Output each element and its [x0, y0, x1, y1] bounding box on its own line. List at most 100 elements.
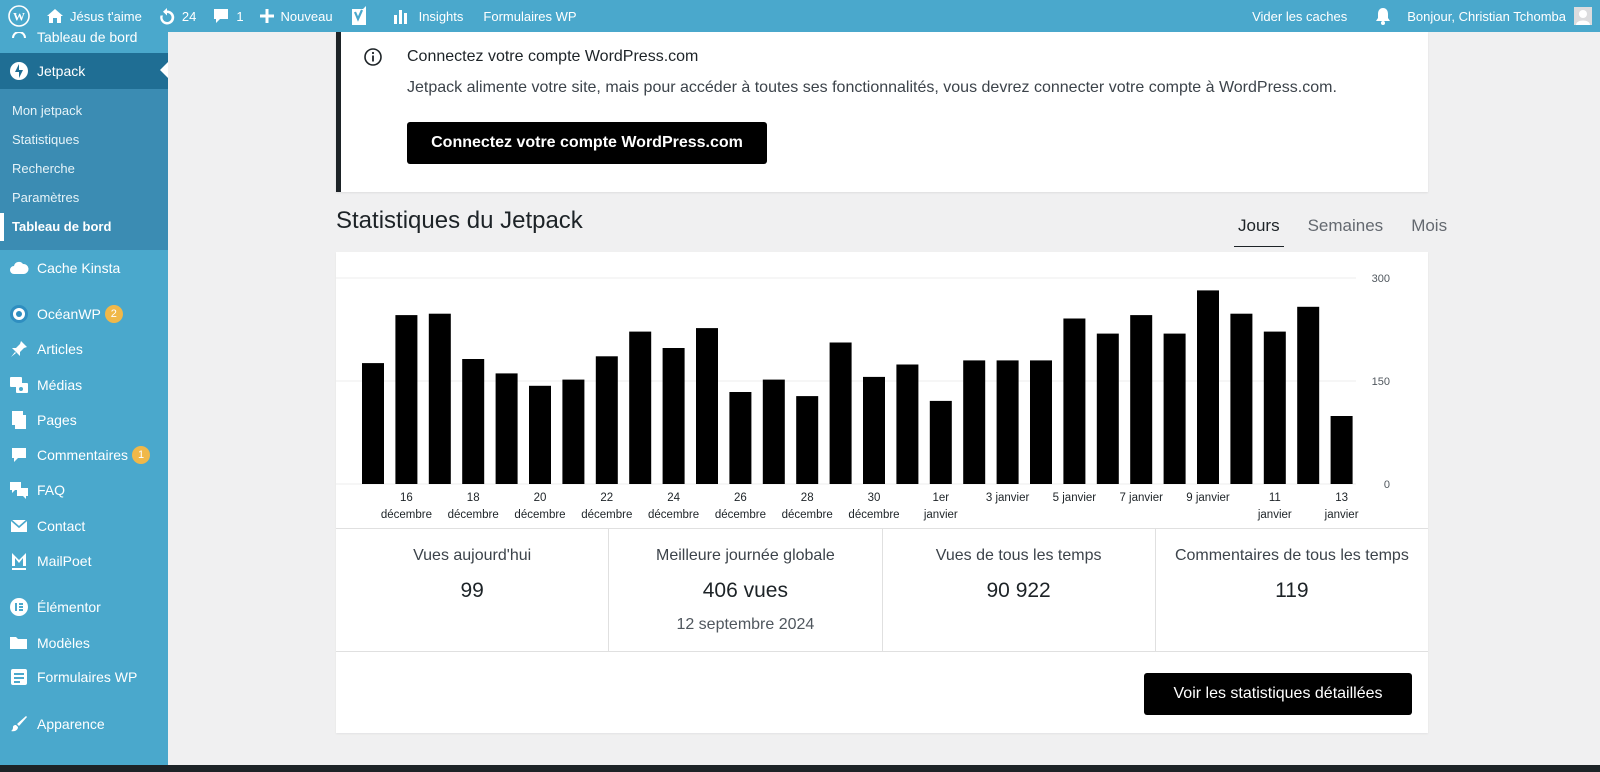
- notifications-bell-icon[interactable]: [1367, 0, 1399, 32]
- chart-bar[interactable]: [1030, 360, 1052, 484]
- x-tick-label: 11: [1269, 492, 1281, 504]
- chart-bar[interactable]: [395, 315, 418, 484]
- chart-bar[interactable]: [662, 348, 685, 484]
- chart-bar[interactable]: [762, 379, 785, 484]
- chart-bar[interactable]: [529, 385, 551, 484]
- submenu-dashboard[interactable]: Tableau de bord: [0, 213, 111, 241]
- folder-icon: [8, 632, 30, 654]
- chart-bar[interactable]: [428, 313, 451, 484]
- x-tick-label: 5 janvier: [1053, 492, 1097, 504]
- chart-bar[interactable]: [829, 342, 852, 485]
- sidebar-item-appearance[interactable]: Apparence: [0, 707, 168, 741]
- sidebar-item-oceanwp[interactable]: OcéanWP 2: [0, 297, 168, 331]
- sidebar-item-posts[interactable]: Articles: [0, 332, 168, 366]
- y-tick-label: 150: [1372, 376, 1390, 388]
- yoast-link[interactable]: [341, 0, 377, 32]
- chart-bar[interactable]: [1263, 331, 1286, 484]
- chart-bar[interactable]: [1330, 416, 1353, 484]
- comments-link[interactable]: 1: [204, 0, 251, 32]
- x-tick-label: 24: [667, 492, 680, 504]
- x-tick-label: décembre: [381, 509, 432, 521]
- sidebar-item-label: Pages: [37, 412, 77, 428]
- summary-value: 406 vues: [702, 579, 788, 602]
- chart-bar[interactable]: [562, 379, 585, 484]
- comment-icon: [8, 444, 30, 466]
- x-tick-label: 3 janvier: [986, 492, 1030, 504]
- info-icon: [364, 48, 382, 66]
- jetpack-icon: [8, 60, 30, 82]
- sidebar-item-kinsta-cache[interactable]: Cache Kinsta: [0, 251, 168, 285]
- y-tick-label: 0: [1384, 479, 1390, 491]
- insights-label: Insights: [418, 8, 464, 24]
- update-count-badge: 2: [104, 305, 123, 323]
- chart-bar[interactable]: [595, 356, 618, 484]
- chart-bar[interactable]: [362, 363, 384, 484]
- chart-bar[interactable]: [729, 392, 752, 484]
- tab-weeks[interactable]: Semaines: [1304, 216, 1388, 247]
- sidebar-item-jetpack[interactable]: Jetpack: [0, 53, 168, 89]
- elementor-icon: [8, 596, 30, 618]
- views-bar-chart: 300 150 0 16 décembre 18 décembre 20 décembre 22…: [336, 273, 1390, 521]
- insights-link[interactable]: Insights: [385, 0, 472, 32]
- summary-date: 12 septembre 2024: [676, 616, 815, 633]
- chart-bar[interactable]: [996, 360, 1019, 484]
- chart-bar[interactable]: [495, 373, 518, 484]
- sidebar-item-wpforms[interactable]: Formulaires WP: [0, 660, 168, 694]
- chart-bar[interactable]: [462, 359, 485, 484]
- home-icon: [47, 9, 63, 23]
- bar-chart-icon: [393, 10, 407, 24]
- connect-account-button[interactable]: Connectez votre compte WordPress.com: [407, 122, 767, 164]
- chart-bar[interactable]: [896, 364, 919, 485]
- sidebar-item-label: Modèles: [37, 635, 90, 651]
- chart-bar[interactable]: [696, 328, 718, 484]
- sidebar-item-pages[interactable]: Pages: [0, 403, 168, 437]
- chart-bar[interactable]: [1297, 306, 1320, 484]
- chart-bar[interactable]: [629, 331, 652, 484]
- submenu-settings[interactable]: Paramètres: [12, 190, 79, 205]
- chart-bar[interactable]: [929, 400, 952, 484]
- submenu-my-jetpack[interactable]: Mon jetpack: [12, 103, 82, 118]
- wordpress-logo-icon[interactable]: W: [0, 0, 38, 32]
- chart-bar[interactable]: [1096, 333, 1119, 484]
- tab-days[interactable]: Jours: [1234, 216, 1284, 247]
- sidebar-item-label: Tableau de bord: [37, 32, 138, 45]
- submenu-search[interactable]: Recherche: [12, 161, 75, 176]
- sidebar-item-elementor[interactable]: Élémentor: [0, 590, 168, 624]
- sidebar-item-media[interactable]: Médias: [0, 368, 168, 402]
- chart-bar[interactable]: [1163, 333, 1186, 484]
- sidebar-item-dashboard[interactable]: Tableau de bord: [0, 32, 168, 54]
- chart-bar[interactable]: [963, 360, 986, 484]
- svg-text:W: W: [13, 10, 25, 24]
- updates-count: 24: [181, 8, 197, 24]
- chart-bar[interactable]: [863, 376, 885, 484]
- paintbrush-icon: [8, 713, 30, 735]
- dashboard-icon: [8, 32, 30, 48]
- chart-bar[interactable]: [1063, 318, 1086, 485]
- chart-bar[interactable]: [1130, 315, 1153, 484]
- forms-link[interactable]: Formulaires WP: [475, 0, 584, 32]
- submenu-statistics[interactable]: Statistiques: [12, 132, 79, 147]
- clear-cache-label: Vider les caches: [1252, 8, 1348, 24]
- chart-bar[interactable]: [796, 396, 819, 484]
- x-tick-label: décembre: [514, 509, 565, 521]
- jetpack-submenu: Mon jetpack Statistiques Recherche Param…: [0, 89, 168, 250]
- updates-link[interactable]: 24: [150, 0, 204, 32]
- chart-bar[interactable]: [1197, 290, 1219, 484]
- clear-cache-link[interactable]: Vider les caches: [1244, 0, 1355, 32]
- connect-notice: Connectez votre compte WordPress.com Jet…: [336, 32, 1428, 192]
- sidebar-item-mailpoet[interactable]: MailPoet: [0, 544, 168, 578]
- sidebar-item-faq[interactable]: FAQ: [0, 473, 168, 507]
- chart-bar[interactable]: [1230, 313, 1253, 484]
- sidebar-item-label: Médias: [37, 377, 83, 393]
- site-name-link[interactable]: Jésus t'aime: [38, 0, 150, 32]
- view-detailed-stats-button[interactable]: Voir les statistiques détaillées: [1144, 673, 1412, 715]
- new-content-link[interactable]: Nouveau: [252, 0, 341, 32]
- avatar: [1574, 7, 1592, 25]
- sidebar-item-contact[interactable]: Contact: [0, 509, 168, 543]
- account-menu[interactable]: Bonjour, Christian Tchomba: [1399, 0, 1600, 32]
- sidebar-item-templates[interactable]: Modèles: [0, 626, 168, 660]
- sidebar-item-comments[interactable]: Commentaires 1: [0, 438, 168, 472]
- media-icon: [8, 374, 30, 396]
- tab-months[interactable]: Mois: [1407, 216, 1451, 247]
- sidebar-item-label: Contact: [37, 518, 86, 534]
